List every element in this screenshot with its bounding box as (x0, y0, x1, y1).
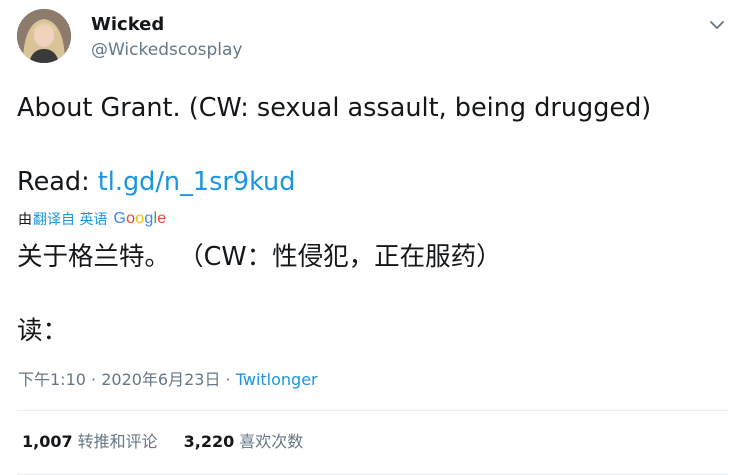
tweet-stats: 1,007 转推和评论 3,220 喜欢次数 (22, 431, 303, 453)
retweets-count: 1,007 (22, 432, 73, 451)
google-logo: Google (113, 210, 167, 227)
tweet-source-link[interactable]: Twitlonger (236, 370, 318, 389)
chevron-down-icon[interactable] (706, 14, 728, 36)
tweet-time[interactable]: 下午1:10 (18, 370, 86, 389)
translate-link[interactable]: 翻译自 英语 (33, 209, 107, 229)
meta-separator-2: · (220, 370, 236, 389)
avatar-image (17, 9, 71, 63)
tweet-read-line: Read: tl.gd/n_1sr9kud (17, 166, 295, 198)
tweet-text: About Grant. (CW: sexual assault, being … (17, 93, 652, 123)
likes-label: 喜欢次数 (239, 432, 304, 451)
likes-stat[interactable]: 3,220 喜欢次数 (184, 431, 304, 453)
read-label: Read: (17, 167, 98, 197)
retweets-stat[interactable]: 1,007 转推和评论 (22, 431, 158, 453)
divider (17, 410, 728, 411)
tweet-date[interactable]: 2020年6月23日 (101, 370, 220, 389)
meta-separator: · (85, 370, 102, 389)
translated-read-line: 读： (17, 316, 69, 346)
translation-prefix: 由 (18, 212, 32, 228)
avatar[interactable] (17, 9, 71, 63)
display-name[interactable]: Wicked (91, 14, 164, 36)
tweet-metadata: 下午1:10 · 2020年6月23日 · Twitlonger (18, 369, 318, 391)
likes-count: 3,220 (183, 432, 235, 451)
retweets-label: 转推和评论 (77, 432, 158, 451)
twitlonger-link[interactable]: tl.gd/n_1sr9kud (98, 167, 296, 197)
translated-text: 关于格兰特。 （CW：性侵犯，正在服药） (17, 242, 502, 272)
user-handle[interactable]: @Wickedscosplay (91, 39, 242, 61)
translation-attribution: 由 翻译自 英语 Google (18, 208, 166, 230)
